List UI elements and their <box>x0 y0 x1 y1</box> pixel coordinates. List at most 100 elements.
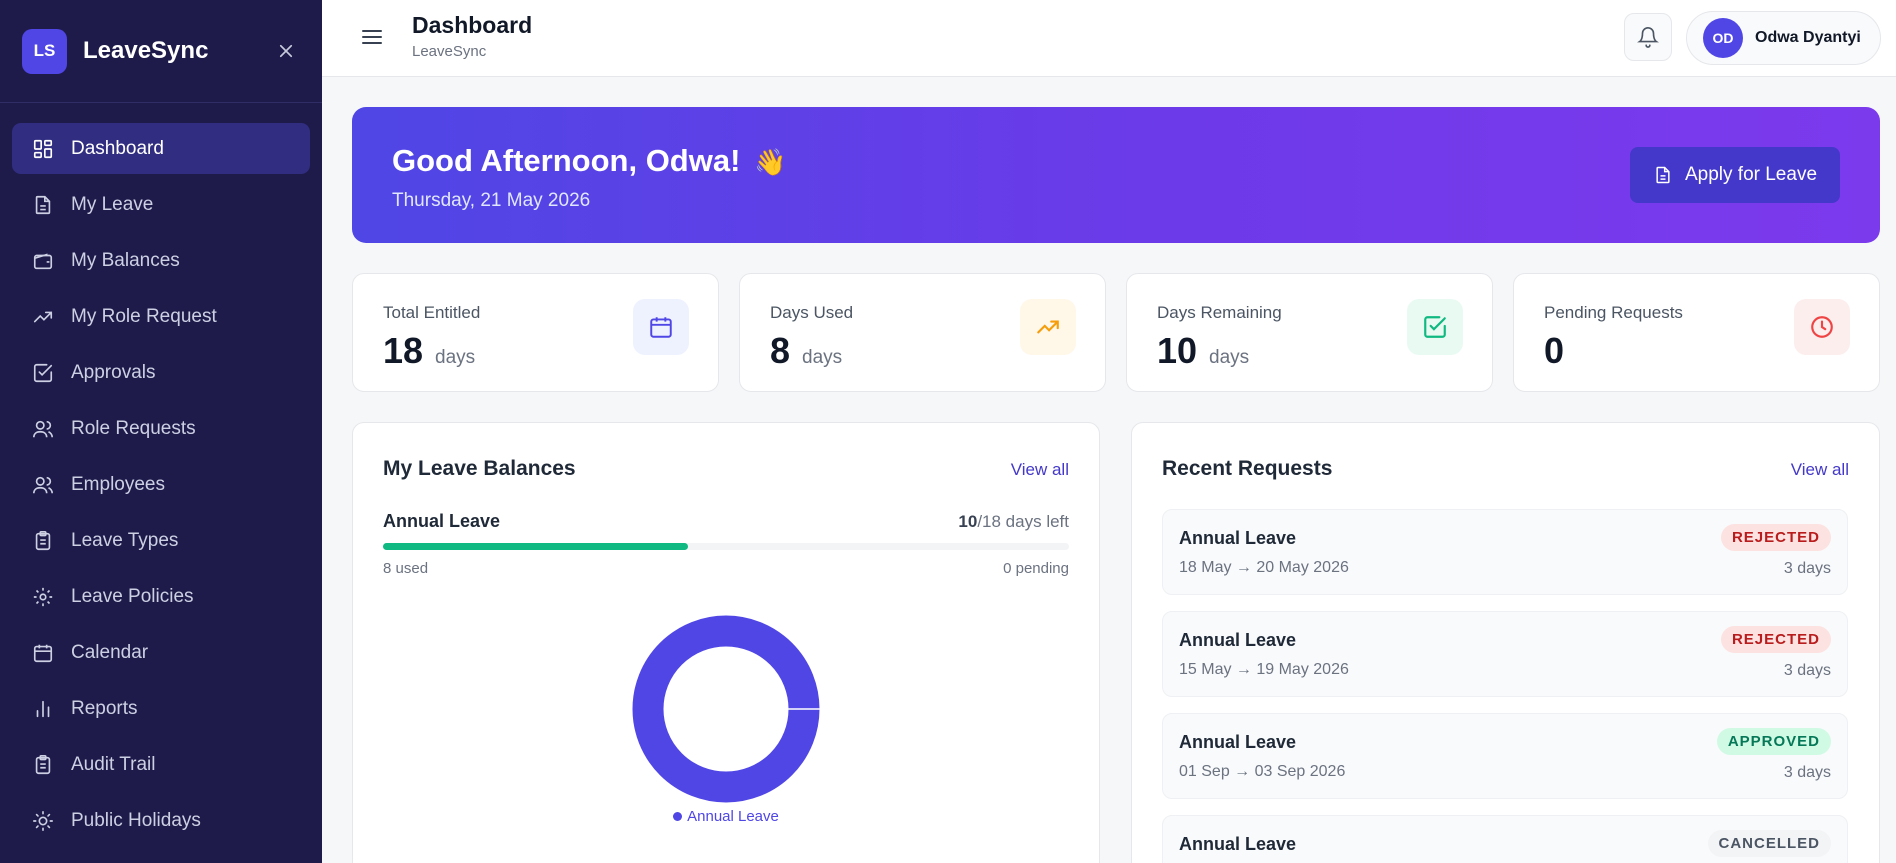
view-all-balances-link[interactable]: View all <box>1011 460 1069 480</box>
app-logo: LS <box>22 28 67 74</box>
request-item[interactable]: Annual Leave CANCELLED <box>1162 815 1848 863</box>
sidebar-item-dashboard[interactable]: Dashboard <box>12 123 310 174</box>
sidebar-item-audit-trail[interactable]: Audit Trail <box>12 739 310 790</box>
status-badge: CANCELLED <box>1707 830 1831 857</box>
document-icon <box>1653 165 1673 185</box>
request-type: Annual Leave <box>1179 732 1297 752</box>
check-square-icon <box>31 361 55 385</box>
sidebar-item-role-requests[interactable]: Role Requests <box>12 403 310 454</box>
hamburger-icon <box>362 30 382 44</box>
user-name: Odwa Dyantyi <box>1755 29 1861 46</box>
wave-emoji: 👋 <box>754 147 787 177</box>
app-name: LeaveSync <box>83 37 209 64</box>
stat-number: 0 <box>1544 330 1565 371</box>
stat-label: Total Entitled <box>383 303 481 322</box>
sidebar-item-my-role-request[interactable]: My Role Request <box>12 291 310 342</box>
legend-label: Annual Leave <box>687 808 779 825</box>
sidebar-item-my-leave[interactable]: My Leave <box>12 179 310 230</box>
sidebar-item-approvals[interactable]: Approvals <box>12 347 310 398</box>
apply-for-leave-button[interactable]: Apply for Leave <box>1630 147 1840 203</box>
sidebar-item-public-holidays[interactable]: Public Holidays <box>12 795 310 846</box>
request-days: 3 days <box>1783 560 1831 577</box>
request-item[interactable]: Annual Leave 01 Sep → 03 Sep 2026 APPROV… <box>1162 713 1848 799</box>
sidebar-item-calendar[interactable]: Calendar <box>12 627 310 678</box>
request-dates: 15 May → 19 May 2026 <box>1179 661 1349 678</box>
sidebar-item-label: Public Holidays <box>71 809 201 831</box>
stat-label: Pending Requests <box>1544 303 1683 322</box>
greeting-text: Good Afternoon, Odwa! <box>392 143 741 178</box>
stat-card-days-remaining: Days Remaining 10 days <box>1126 273 1493 392</box>
sidebar-item-label: Reports <box>71 697 138 719</box>
stat-value: 18 days <box>383 330 475 372</box>
stat-unit: days <box>435 347 476 368</box>
stat-card-days-used: Days Used 8 days <box>739 273 1106 392</box>
stat-number: 10 <box>1157 330 1198 371</box>
stat-label: Days Used <box>770 303 854 322</box>
sidebar-item-label: Dashboard <box>71 137 164 159</box>
avatar: OD <box>1703 18 1743 58</box>
stat-unit: days <box>802 347 843 368</box>
sidebar-item-leave-types[interactable]: Leave Types <box>12 515 310 566</box>
status-badge: APPROVED <box>1716 728 1831 755</box>
check-square-icon <box>1407 299 1463 355</box>
apply-label: Apply for Leave <box>1684 164 1818 185</box>
request-item[interactable]: Annual Leave 15 May → 19 May 2026 REJECT… <box>1162 611 1848 697</box>
notifications-button[interactable] <box>1624 13 1672 61</box>
sidebar-item-label: Employees <box>71 473 165 495</box>
menu-toggle-button[interactable] <box>360 25 384 54</box>
sidebar-item-label: Audit Trail <box>71 753 156 775</box>
stat-number: 18 <box>383 330 424 371</box>
request-type: Annual Leave <box>1179 528 1297 548</box>
close-icon <box>279 44 293 58</box>
request-type: Annual Leave <box>1179 834 1297 854</box>
balance-progress-bar <box>383 543 1069 550</box>
wallet-icon <box>31 249 55 273</box>
trending-up-icon <box>31 305 55 329</box>
clock-icon <box>1794 299 1850 355</box>
view-all-requests-link[interactable]: View all <box>1791 460 1849 480</box>
request-dates: 01 Sep → 03 Sep 2026 <box>1179 763 1346 780</box>
sidebar-item-employees[interactable]: Employees <box>12 459 310 510</box>
welcome-banner: Good Afternoon, Odwa! 👋 Thursday, 21 May … <box>352 107 1880 243</box>
request-days: 3 days <box>1783 662 1831 679</box>
stat-unit: days <box>1209 347 1250 368</box>
sidebar-item-label: Role Requests <box>71 417 196 439</box>
stat-label: Days Remaining <box>1157 303 1282 322</box>
sidebar-item-label: My Role Request <box>71 305 217 327</box>
balance-donut-chart <box>632 615 820 803</box>
card-title: My Leave Balances <box>383 457 576 480</box>
sidebar: LS LeaveSync Dashboard My Leave My Balan… <box>0 0 322 863</box>
top-bar: Dashboard LeaveSync OD Odwa Dyantyi <box>322 0 1896 77</box>
remaining-days: 10 <box>958 512 978 531</box>
stat-value: 0 <box>1544 330 1564 372</box>
user-menu-button[interactable]: OD Odwa Dyantyi <box>1686 11 1881 65</box>
balance-used: 8 used <box>383 560 429 577</box>
sidebar-item-reports[interactable]: Reports <box>12 683 310 734</box>
donut-legend: Annual Leave <box>353 808 1099 825</box>
sidebar-item-label: Approvals <box>71 361 156 383</box>
donut-slice-annual-leave[interactable] <box>632 615 820 803</box>
page-subtitle: LeaveSync <box>412 43 487 60</box>
balance-progress-fill <box>383 543 688 550</box>
sidebar-item-my-balances[interactable]: My Balances <box>12 235 310 286</box>
calendar-icon <box>633 299 689 355</box>
card-title: Recent Requests <box>1162 457 1333 480</box>
sidebar-item-leave-policies[interactable]: Leave Policies <box>12 571 310 622</box>
sidebar-item-label: Leave Policies <box>71 585 194 607</box>
clipboard-icon <box>31 529 55 553</box>
recent-requests-card: Recent Requests View all Annual Leave 18… <box>1131 422 1880 863</box>
bar-chart-icon <box>31 697 55 721</box>
request-type: Annual Leave <box>1179 630 1297 650</box>
current-date: Thursday, 21 May 2026 <box>392 190 591 211</box>
stat-value: 10 days <box>1157 330 1249 372</box>
request-item[interactable]: Annual Leave 18 May → 20 May 2026 REJECT… <box>1162 509 1848 595</box>
stat-value: 8 days <box>770 330 842 372</box>
balance-pending: 0 pending <box>1003 560 1069 577</box>
close-sidebar-button[interactable] <box>272 37 300 65</box>
brand-header: LS LeaveSync <box>0 0 322 103</box>
sun-icon <box>31 809 55 833</box>
stat-number: 8 <box>770 330 791 371</box>
sidebar-item-label: My Balances <box>71 249 180 271</box>
sidebar-item-label: My Leave <box>71 193 154 215</box>
balance-remaining: 10/18 days left <box>958 512 1069 532</box>
